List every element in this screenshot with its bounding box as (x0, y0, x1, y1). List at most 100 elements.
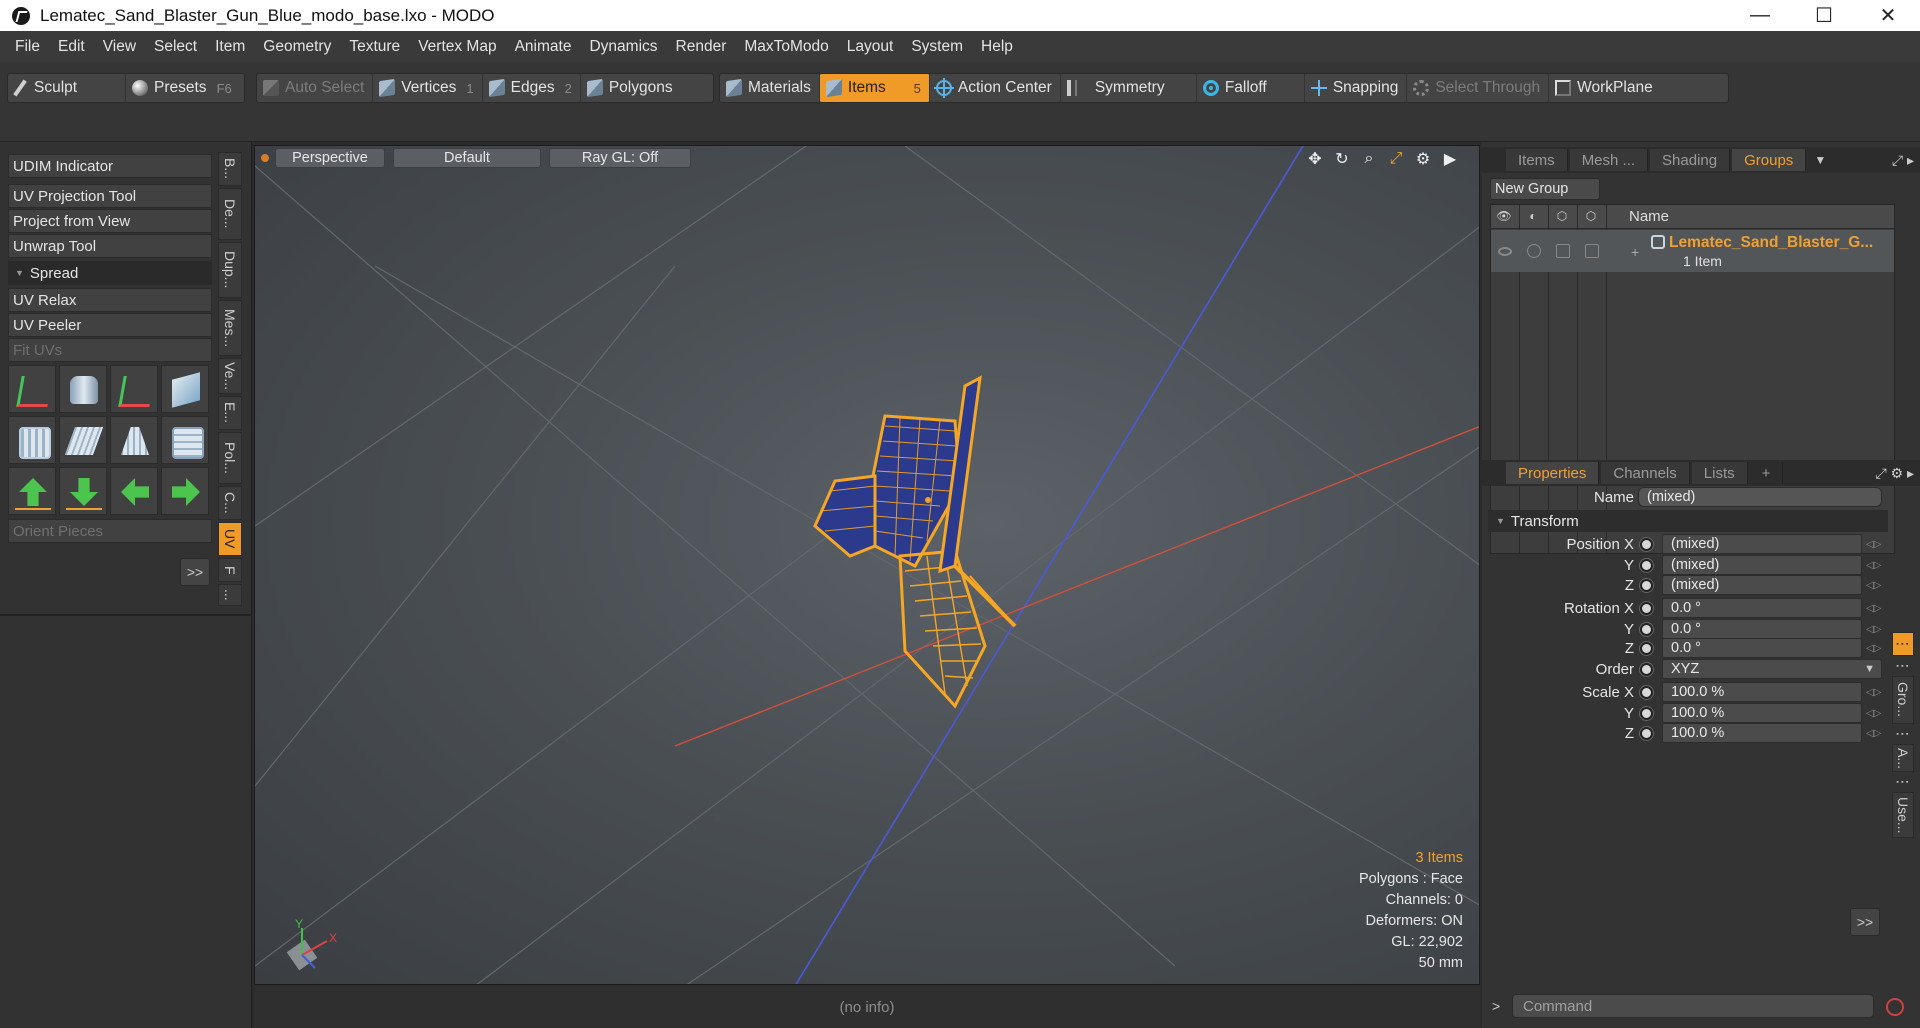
tab-more[interactable]: ... (218, 584, 242, 606)
row-lock-checkbox[interactable] (1556, 244, 1570, 258)
scale-z-keyframe-dot[interactable] (1640, 727, 1653, 740)
snapping-button[interactable]: Snapping (1305, 74, 1408, 102)
rotation-x-spinner[interactable]: ◁▷ (1866, 598, 1882, 618)
menu-vertex-map[interactable]: Vertex Map (409, 38, 505, 56)
rotation-y-spinner[interactable]: ◁▷ (1866, 619, 1882, 639)
scale-x-spinner[interactable]: ◁▷ (1866, 682, 1882, 702)
menu-texture[interactable]: Texture (340, 38, 409, 56)
sand-blaster-gun-mesh[interactable] (813, 375, 1017, 709)
tab-user-side[interactable]: Use... (1892, 792, 1914, 838)
presets-button[interactable]: Presets F6 (126, 74, 244, 102)
position-x-spinner[interactable]: ◁▷ (1866, 534, 1882, 554)
uv-projection-tool-button[interactable]: UV Projection Tool (8, 184, 212, 208)
rotation-x-field[interactable]: 0.0 ° (1662, 598, 1862, 618)
symmetry-button[interactable]: Symmetry (1061, 74, 1197, 102)
viewport-more-arrow-icon[interactable]: ▶ (1441, 150, 1459, 168)
items-button[interactable]: Items 5 (819, 74, 930, 102)
tab-mesh-edit[interactable]: Mes... (218, 300, 242, 356)
menu-view[interactable]: View (94, 38, 145, 56)
tab-deform[interactable]: De... (218, 188, 242, 240)
tab-fusion[interactable]: F (218, 558, 242, 582)
unwrap-tool-button[interactable]: Unwrap Tool (8, 234, 212, 258)
rotation-y-field[interactable]: 0.0 ° (1662, 619, 1862, 639)
position-y-spinner[interactable]: ◁▷ (1866, 555, 1882, 575)
select-cube-icon[interactable]: ⬡ (1583, 209, 1599, 225)
tab-groups-side[interactable]: Gro... (1892, 676, 1914, 724)
fit-uvs-button[interactable]: Fit UVs (8, 338, 212, 362)
row-visibility-icon[interactable] (1498, 247, 1512, 256)
maximize-view-icon[interactable]: ⤢ (1387, 150, 1405, 168)
tabs-dropdown-icon[interactable]: ▼ (1814, 153, 1826, 167)
zoom-icon[interactable]: ⌕ (1360, 150, 1378, 168)
uv-transform-icon[interactable] (8, 365, 56, 413)
rotate-view-icon[interactable]: ↻ (1333, 150, 1351, 168)
menu-dynamics[interactable]: Dynamics (580, 38, 666, 56)
menu-geometry[interactable]: Geometry (254, 38, 340, 56)
shading-style-dropdown[interactable]: Default (393, 148, 541, 168)
close-button[interactable]: ✕ (1856, 0, 1920, 31)
strip-active-marker[interactable]: ⋮ (1892, 632, 1914, 656)
tab-shading[interactable]: Shading (1650, 149, 1731, 171)
position-y-keyframe-dot[interactable] (1640, 559, 1653, 572)
tab-groups[interactable]: Groups (1732, 149, 1807, 171)
edges-button[interactable]: Edges 2 (483, 74, 581, 102)
scale-x-field[interactable]: 100.0 % (1662, 682, 1862, 702)
expand-plus-icon[interactable]: + (1631, 244, 1639, 260)
sculpt-button[interactable]: Sculpt (8, 74, 126, 102)
tab-vertex[interactable]: Ve... (218, 358, 242, 394)
transform-section-header[interactable]: Transform (1488, 510, 1888, 532)
scale-y-keyframe-dot[interactable] (1640, 707, 1653, 720)
render-toggle-icon[interactable]: ◐ (1525, 209, 1541, 225)
uv-grid-map-icon[interactable] (161, 416, 209, 464)
tools-more-button[interactable]: >> (180, 558, 210, 586)
row-render-icon[interactable] (1527, 244, 1541, 258)
viewport-options-dot-icon[interactable] (261, 154, 269, 162)
name-field[interactable]: (mixed) (1638, 487, 1882, 507)
menu-help[interactable]: Help (972, 38, 1022, 56)
panel-expand-icon[interactable]: ⤢ ▸ (1892, 152, 1914, 169)
menu-layout[interactable]: Layout (838, 38, 903, 56)
vertices-button[interactable]: Vertices 1 (373, 74, 483, 102)
tab-mesh-ops[interactable]: Mesh ... (1569, 149, 1649, 171)
select-through-button[interactable]: Select Through (1407, 74, 1550, 102)
uv-rotate-icon[interactable] (59, 365, 107, 413)
tab-edge[interactable]: E... (218, 396, 242, 430)
position-x-field[interactable]: (mixed) (1662, 534, 1862, 554)
minimize-button[interactable]: — (1728, 0, 1792, 31)
rotation-x-keyframe-dot[interactable] (1640, 602, 1653, 615)
scale-x-keyframe-dot[interactable] (1640, 686, 1653, 699)
polygons-button[interactable]: Polygons (581, 74, 681, 102)
arrow-left-icon[interactable] (110, 467, 158, 515)
rotation-z-field[interactable]: 0.0 ° (1662, 638, 1862, 658)
pan-move-icon[interactable]: ✥ (1306, 150, 1324, 168)
maximize-button[interactable]: ☐ (1792, 0, 1856, 31)
position-z-keyframe-dot[interactable] (1640, 579, 1653, 592)
viewport-settings-gear-icon[interactable]: ⚙ (1414, 150, 1432, 168)
tab-assembly-side[interactable]: A... (1892, 744, 1914, 772)
menu-select[interactable]: Select (145, 38, 206, 56)
rotation-order-dropdown[interactable]: XYZ ▼ (1662, 659, 1882, 679)
tab-basic[interactable]: B... (218, 152, 242, 186)
group-row[interactable]: + Lematec_Sand_Blaster_G... 1 Item (1491, 230, 1894, 272)
record-macro-icon[interactable] (1886, 998, 1904, 1016)
tab-items[interactable]: Items (1506, 149, 1568, 171)
name-column-header[interactable]: Name (1629, 208, 1669, 225)
rotation-y-keyframe-dot[interactable] (1640, 623, 1653, 636)
udim-indicator-button[interactable]: UDIM Indicator (8, 154, 212, 178)
falloff-button[interactable]: Falloff (1197, 74, 1305, 102)
menu-maxtomodo[interactable]: MaxToModo (735, 38, 837, 56)
menu-edit[interactable]: Edit (49, 38, 94, 56)
position-y-field[interactable]: (mixed) (1662, 555, 1862, 575)
arrow-up-icon[interactable] (8, 467, 56, 515)
position-x-keyframe-dot[interactable] (1640, 538, 1653, 551)
uv-box-icon[interactable] (161, 365, 209, 413)
tab-polygon[interactable]: Pol... (218, 432, 242, 484)
tab-duplicate[interactable]: Dup... (218, 242, 242, 298)
new-group-button[interactable]: New Group (1490, 178, 1600, 200)
arrow-right-icon[interactable] (161, 467, 209, 515)
position-z-spinner[interactable]: ◁▷ (1866, 575, 1882, 595)
uv-peeler-button[interactable]: UV Peeler (8, 313, 212, 337)
rotation-z-keyframe-dot[interactable] (1640, 642, 1653, 655)
project-from-view-button[interactable]: Project from View (8, 209, 212, 233)
command-input[interactable]: Command (1512, 994, 1874, 1018)
